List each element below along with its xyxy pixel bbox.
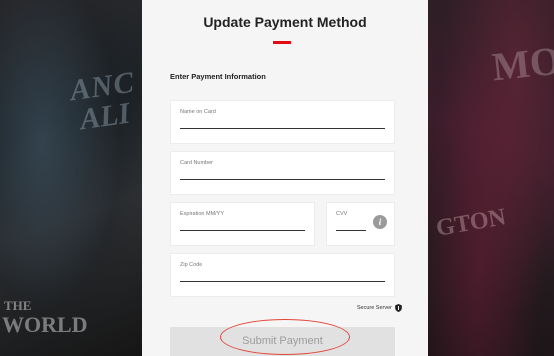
poster-text: GTON [434, 204, 508, 242]
submit-payment-button[interactable]: Submit Payment [170, 327, 395, 356]
secure-server-label: Secure Server [356, 305, 392, 311]
cvv-label: CVV [336, 211, 348, 217]
card-number-field[interactable]: Card Number [170, 151, 395, 195]
background-left: ANC ALI THE WORLD [0, 0, 142, 356]
zip-code-field[interactable]: Zip Code [170, 253, 395, 297]
poster-text: MO [489, 37, 554, 90]
payment-panel: Update Payment Method Enter Payment Info… [142, 0, 428, 356]
expiration-label: Expiration MM/YY [180, 211, 225, 217]
info-icon[interactable]: i [373, 215, 387, 229]
poster-text: ALI [77, 96, 132, 137]
shield-icon [395, 304, 402, 312]
input-underline [180, 179, 385, 180]
poster-text: WORLD [2, 312, 88, 337]
card-number-label: Card Number [180, 160, 214, 166]
page-title: Update Payment Method [203, 14, 367, 30]
name-on-card-label: Name on Card [180, 109, 216, 115]
section-label: Enter Payment Information [170, 72, 266, 81]
expiration-field[interactable]: Expiration MM/YY [170, 202, 315, 246]
zip-code-label: Zip Code [180, 262, 203, 268]
input-underline [336, 230, 366, 231]
input-underline [180, 281, 385, 282]
title-accent-bar [273, 41, 291, 44]
input-underline [180, 128, 385, 129]
name-on-card-field[interactable]: Name on Card [170, 100, 395, 144]
cvv-field[interactable]: CVV i [326, 202, 395, 246]
input-underline [180, 230, 305, 231]
background-right: MO GTON [428, 0, 554, 356]
